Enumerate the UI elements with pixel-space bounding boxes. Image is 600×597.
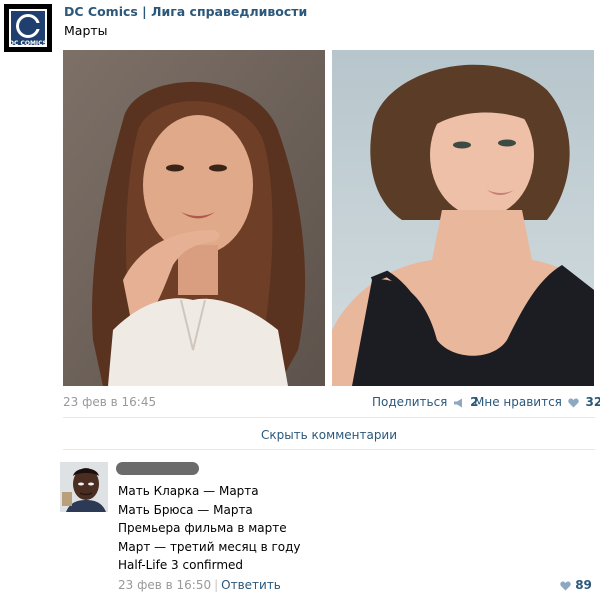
- post-photo-2[interactable]: [332, 50, 594, 386]
- comment-text: Мать Кларка — Марта Мать Брюса — Марта П…: [118, 482, 301, 575]
- comment-like-count: 89: [575, 578, 592, 592]
- divider: [63, 417, 595, 418]
- share-button[interactable]: Поделиться 2: [372, 395, 478, 411]
- comment-like-button[interactable]: 89: [558, 578, 592, 594]
- logo-text: DC COMICS: [9, 40, 47, 47]
- divider: [63, 449, 595, 450]
- post-date[interactable]: 23 фев в 16:45: [63, 395, 156, 409]
- avatar[interactable]: [60, 462, 108, 512]
- comment-line: Half-Life 3 confirmed: [118, 558, 244, 572]
- share-label: Поделиться: [372, 395, 448, 409]
- like-count: 324: [585, 395, 600, 409]
- redacted-author-name: [116, 462, 199, 475]
- megaphone-icon: [453, 397, 464, 411]
- comment-date[interactable]: 23 фев в 16:50: [118, 578, 211, 592]
- separator: |: [214, 578, 219, 592]
- comment-meta: 23 фев в 16:50 | Ответить: [118, 578, 281, 592]
- like-label: Мне нравится: [474, 395, 562, 409]
- post-photo-1[interactable]: [63, 50, 325, 386]
- group-logo[interactable]: DC COMICS: [4, 4, 52, 52]
- comment-line: Март — третий месяц в году: [118, 539, 301, 554]
- hide-comments-link[interactable]: Скрыть комментарии: [63, 428, 595, 442]
- comment-line: Мать Кларка — Марта: [118, 484, 259, 498]
- group-name-link[interactable]: DC Comics | Лига справедливости: [64, 4, 307, 19]
- like-button[interactable]: Мне нравится 324: [474, 395, 600, 411]
- post-text: Марты: [64, 23, 108, 38]
- comment-line: Мать Брюса — Марта: [118, 502, 253, 517]
- heart-icon: [568, 397, 579, 411]
- comment-line: Премьера фильма в марте: [118, 521, 287, 535]
- reply-link[interactable]: Ответить: [221, 578, 281, 592]
- heart-icon: [560, 580, 571, 594]
